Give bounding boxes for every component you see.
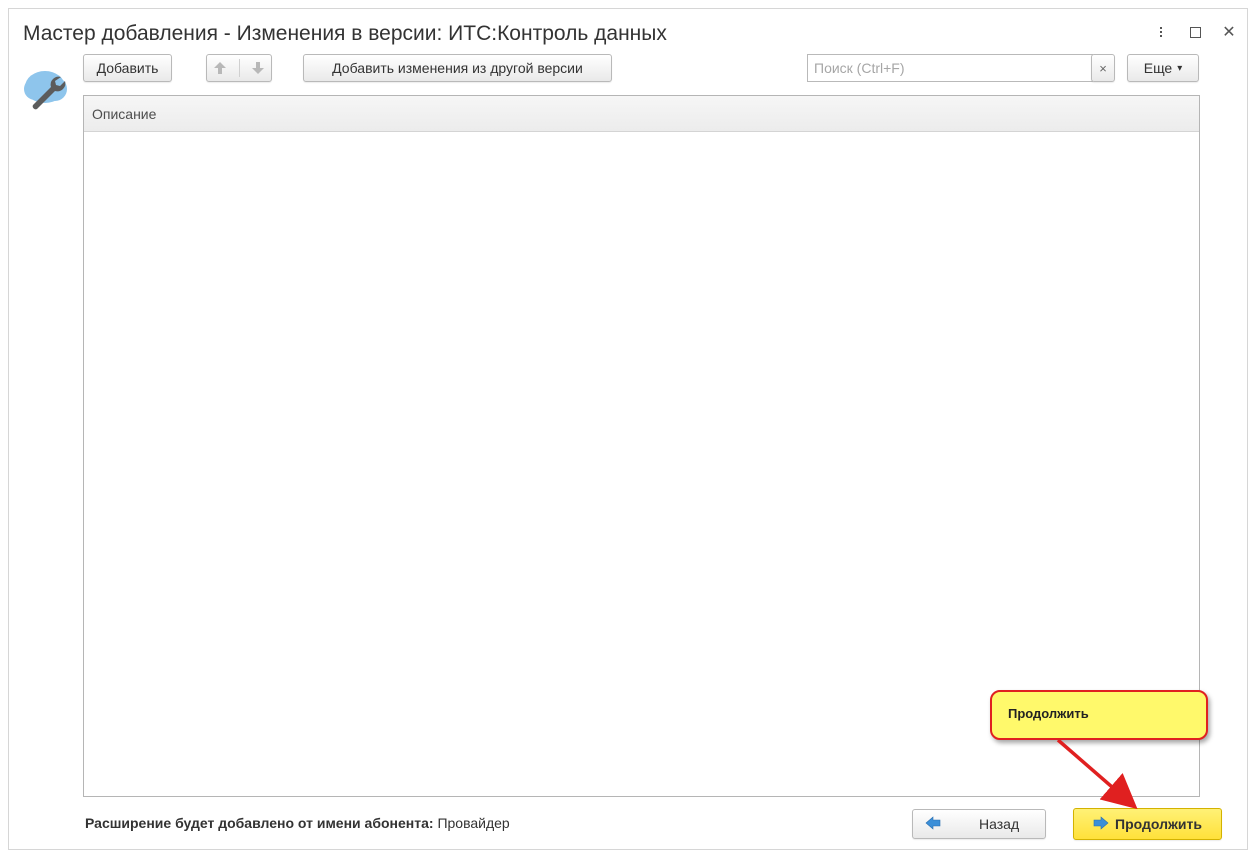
chevron-down-icon: ▾ xyxy=(1177,62,1183,74)
maximize-icon[interactable] xyxy=(1187,23,1203,41)
window-controls: ✕ xyxy=(1153,23,1237,41)
toolbar-divider xyxy=(238,59,240,77)
more-actions-icon[interactable] xyxy=(1153,23,1169,41)
clear-search-button[interactable]: × xyxy=(1091,54,1115,82)
add-from-other-version-button[interactable]: Добавить изменения из другой версии xyxy=(303,54,612,82)
callout-hint: Продолжить xyxy=(990,690,1208,740)
subscriber-info-value: Провайдер xyxy=(437,815,510,831)
add-button[interactable]: Добавить xyxy=(83,54,172,82)
continue-button-label: Продолжить xyxy=(1115,816,1202,832)
back-button-label: Назад xyxy=(979,816,1020,832)
column-header-description[interactable]: Описание xyxy=(92,106,156,122)
more-button[interactable]: Еще ▾ xyxy=(1127,54,1199,82)
subscriber-info-label: Расширение будет добавлено от имени абон… xyxy=(85,815,434,831)
back-button[interactable]: Назад xyxy=(912,809,1046,839)
arrow-down-icon[interactable] xyxy=(251,61,265,75)
move-buttons xyxy=(206,54,272,82)
arrow-right-icon xyxy=(1093,815,1109,833)
more-button-label: Еще xyxy=(1143,60,1173,76)
window-title: Мастер добавления - Изменения в версии: … xyxy=(23,22,667,45)
search-input[interactable] xyxy=(807,54,1093,82)
arrow-left-icon xyxy=(925,815,941,833)
table-header: Описание xyxy=(84,96,1199,132)
subscriber-info: Расширение будет добавлено от имени абон… xyxy=(85,815,510,831)
cloud-wrench-icon xyxy=(21,63,73,115)
arrow-up-icon[interactable] xyxy=(213,61,227,75)
continue-button[interactable]: Продолжить xyxy=(1073,808,1222,840)
close-icon[interactable]: ✕ xyxy=(1221,23,1237,41)
